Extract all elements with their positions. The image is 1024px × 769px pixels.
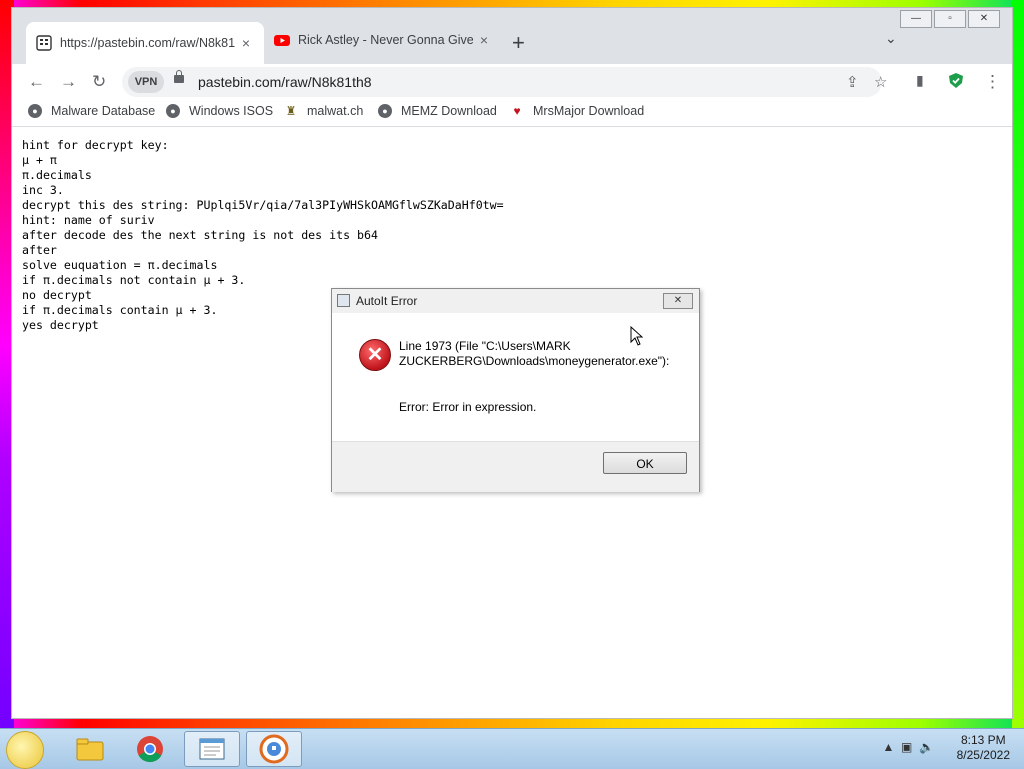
error-detail: Error: Error in expression. — [399, 400, 537, 414]
back-arrow-icon[interactable]: ← — [28, 72, 45, 92]
text-line: decrypt this des string: PUplqi5Vr/qia/7… — [22, 198, 504, 212]
tab-close-icon[interactable]: × — [238, 35, 254, 51]
text-line: π.decimals — [22, 168, 92, 182]
bookmark-label: malwat.ch — [307, 104, 364, 118]
vpn-badge[interactable]: VPN — [128, 71, 164, 93]
window-controls: — ▫ ✕ — [898, 10, 1000, 28]
bookmark-label: Malware Database — [51, 104, 156, 118]
start-button[interactable] — [6, 731, 44, 769]
tab-strip: https://pastebin.com/raw/N8k81 × Rick As… — [12, 8, 1012, 64]
extension-shield-icon[interactable] — [948, 72, 964, 94]
bookmark-star-icon[interactable]: ☆ — [874, 73, 887, 91]
bookmark-item[interactable]: ● MEMZ Download — [378, 104, 497, 118]
globe-icon: ● — [166, 104, 180, 118]
taskbar: ▲ ▣ 🔈 8:13 PM 8/25/2022 — [0, 728, 1024, 769]
globe-icon: ● — [28, 104, 42, 118]
dialog-title: AutoIt Error — [356, 294, 418, 308]
forward-arrow-icon[interactable]: → — [60, 72, 77, 92]
clock-time: 8:13 PM — [960, 733, 1006, 747]
text-line: after decode des the next string is not … — [22, 228, 378, 242]
dialog-close-button[interactable]: ✕ — [663, 293, 693, 309]
window-icon — [337, 294, 350, 307]
system-tray-icons[interactable]: ▲ ▣ 🔈 — [883, 740, 935, 754]
reload-icon[interactable]: ↻ — [92, 72, 106, 92]
url-text[interactable]: pastebin.com/raw/N8k81th8 — [198, 74, 372, 90]
new-tab-button[interactable]: + — [512, 30, 525, 56]
minimize-button[interactable]: — — [900, 10, 932, 28]
bookmark-item[interactable]: ♥ MrsMajor Download — [510, 104, 644, 118]
mouse-cursor-icon — [630, 326, 644, 346]
error-message: Line 1973 (File "C:\Users\MARK ZUCKERBER… — [399, 339, 670, 368]
maximize-button[interactable]: ▫ — [934, 10, 966, 28]
bookmark-item[interactable]: ● Windows ISOS — [166, 104, 273, 118]
error-x-icon: ✕ — [359, 339, 391, 371]
bookmarks-bar: ● Malware Database ● Windows ISOS ♜ malw… — [12, 100, 1012, 127]
file-explorer-icon[interactable] — [62, 731, 118, 767]
menu-kebab-icon[interactable]: ⋮ — [984, 72, 1001, 92]
globe-icon: ● — [378, 104, 392, 118]
autoit-icon[interactable] — [246, 731, 302, 767]
tab-pastebin[interactable]: https://pastebin.com/raw/N8k81 × — [26, 22, 264, 64]
close-window-button[interactable]: ✕ — [968, 10, 1000, 28]
dialog-titlebar[interactable]: AutoIt Error ✕ — [332, 289, 699, 313]
ok-button[interactable]: OK — [603, 452, 687, 474]
text-line: hint for decrypt key: — [22, 138, 169, 152]
clock[interactable]: 8:13 PM 8/25/2022 — [957, 733, 1010, 763]
heart-icon: ♥ — [513, 104, 521, 118]
autoit-error-dialog: AutoIt Error ✕ ✕ Line 1973 (File "C:\Use… — [331, 288, 700, 492]
address-bar[interactable]: VPN pastebin.com/raw/N8k81th8 ⇪ ☆ — [122, 67, 887, 97]
share-icon[interactable]: ⇪ — [846, 73, 859, 91]
chrome-icon[interactable] — [122, 731, 178, 767]
youtube-icon — [274, 35, 290, 46]
bookmark-label: MrsMajor Download — [533, 104, 645, 118]
side-panel-icon[interactable]: ▮ — [916, 72, 924, 89]
clock-date: 8/25/2022 — [956, 748, 1010, 762]
text-line: if π.decimals not contain μ + 3. — [22, 273, 246, 287]
bookmark-item[interactable]: ● Malware Database — [28, 104, 155, 118]
text-line: μ + π — [22, 153, 57, 167]
chevron-down-icon[interactable]: ⌄ — [885, 30, 897, 47]
browser-toolbar: ← → ↻ VPN pastebin.com/raw/N8k81th8 ⇪ ☆ … — [12, 64, 1012, 100]
pastebin-icon — [36, 35, 52, 51]
bookmark-item[interactable]: ♜ malwat.ch — [284, 104, 364, 118]
malwatch-icon: ♜ — [285, 104, 297, 118]
tab-close-icon[interactable]: × — [476, 32, 492, 48]
tab-title: https://pastebin.com/raw/N8k81 — [60, 36, 235, 50]
text-line: solve euquation = π.decimals — [22, 258, 218, 272]
tab-title: Rick Astley - Never Gonna Give Y — [298, 33, 473, 47]
tab-rick-astley[interactable]: Rick Astley - Never Gonna Give Y × — [264, 22, 502, 58]
text-line: hint: name of suriv — [22, 213, 155, 227]
bookmark-label: MEMZ Download — [401, 104, 497, 118]
text-line: inc 3. — [22, 183, 64, 197]
notepad-icon[interactable] — [184, 731, 240, 767]
bookmark-label: Windows ISOS — [189, 104, 274, 118]
lock-icon[interactable] — [174, 70, 184, 83]
text-line: after — [22, 243, 57, 257]
desktop-wallpaper-right — [1012, 0, 1024, 768]
